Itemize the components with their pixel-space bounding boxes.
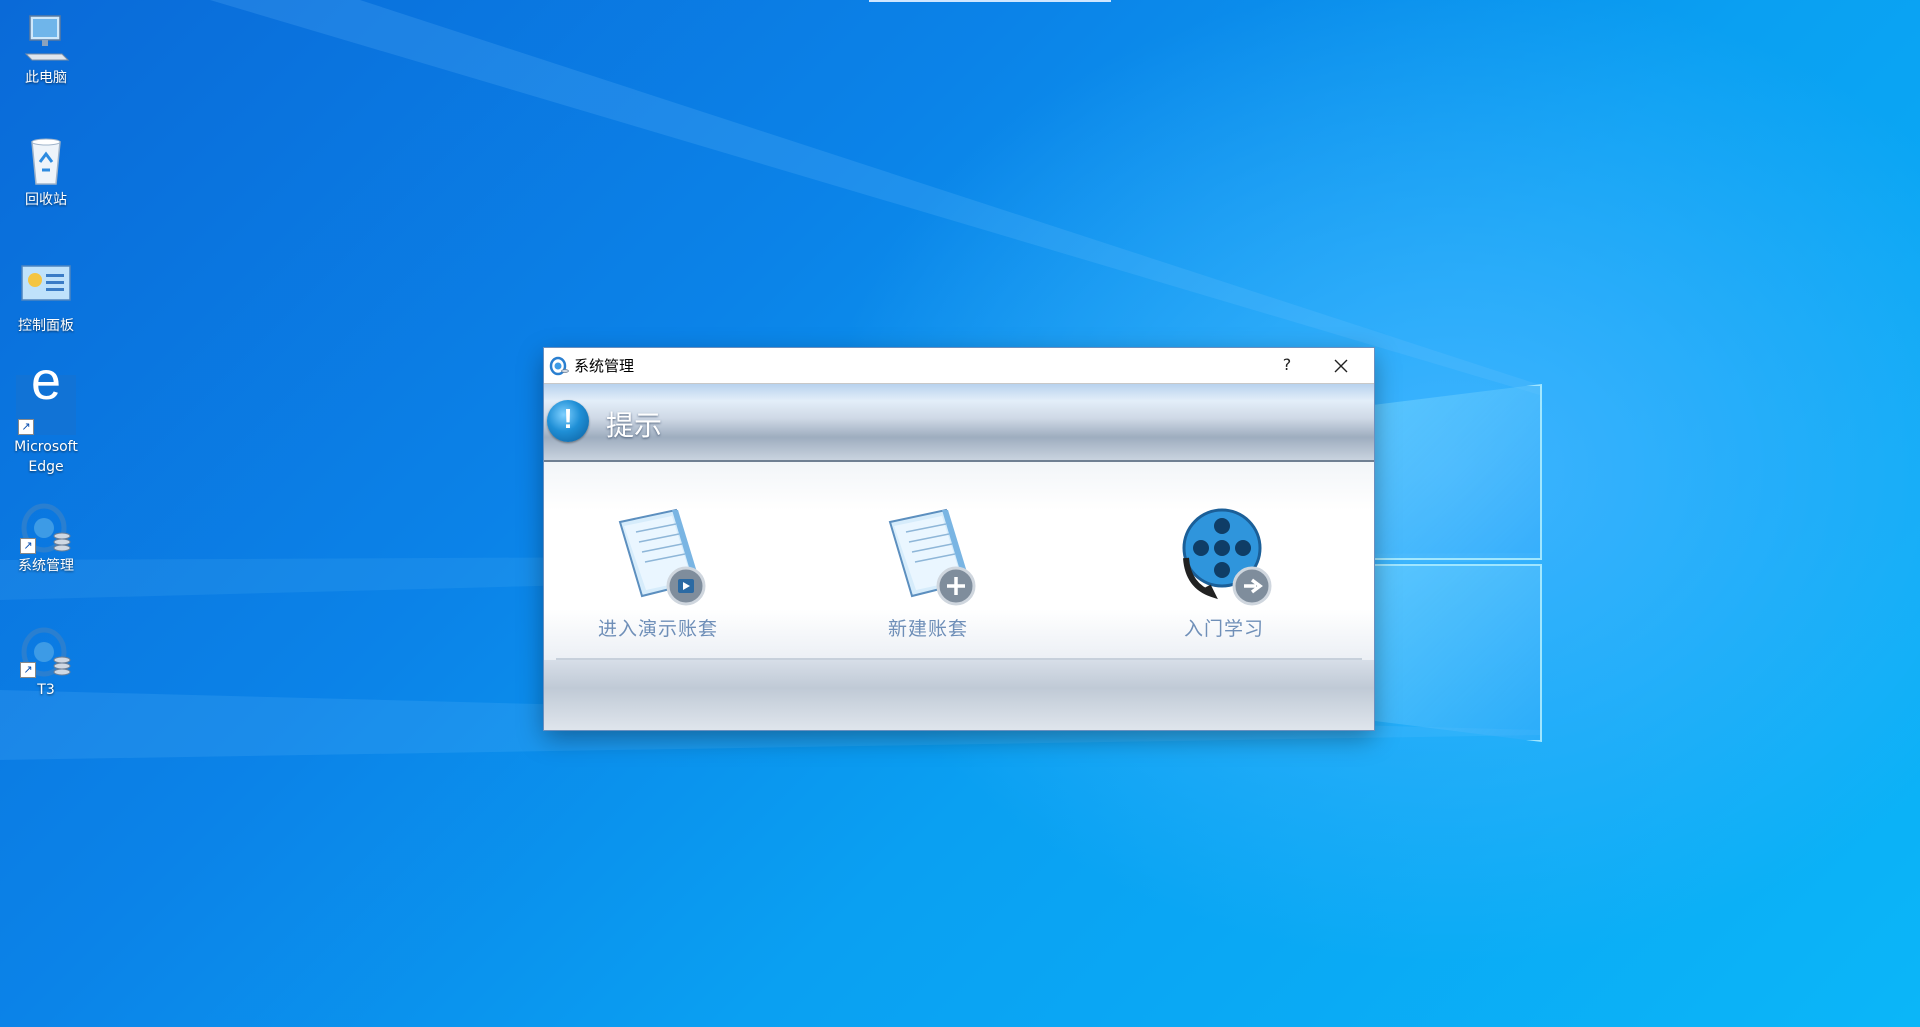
exclamation-icon: !: [547, 400, 589, 442]
shortcut-arrow-icon: ↗: [20, 538, 36, 554]
desktop-icon-edge[interactable]: e ↗ Microsoft Edge: [0, 354, 92, 477]
accounting-app-icon: ↗: [18, 498, 74, 554]
computer-icon: [18, 10, 74, 66]
action-label: 新建账套: [887, 618, 968, 640]
close-icon: [1334, 359, 1348, 373]
desktop-icon-label: 回收站: [25, 192, 67, 208]
dialog-title: 系统管理: [574, 357, 635, 375]
desktop-icon-control-panel[interactable]: 控制面板: [0, 258, 92, 336]
close-button[interactable]: [1320, 352, 1362, 380]
enter-demo-account-button[interactable]: 进入演示账套: [568, 502, 748, 641]
recycle-bin-icon: [18, 132, 74, 188]
getting-started-button[interactable]: 入门学习: [1134, 502, 1314, 641]
action-label: 进入演示账套: [597, 618, 718, 640]
dialog-header: ! 提示: [544, 384, 1374, 462]
shortcut-arrow-icon: ↗: [20, 662, 36, 678]
desktop-icon-label: 控制面板: [18, 318, 74, 334]
desktop-icon-system-management[interactable]: ↗ 系统管理: [0, 498, 92, 576]
control-panel-icon: [18, 258, 74, 314]
help-button[interactable]: ?: [1269, 352, 1305, 380]
desktop-icon-t3[interactable]: ↗ T3: [0, 622, 92, 700]
notebook-add-icon: [876, 502, 980, 606]
action-label: 入门学习: [1183, 618, 1264, 640]
divider: [556, 658, 1362, 660]
desktop-icon-label: 系统管理: [18, 558, 74, 574]
new-account-button[interactable]: 新建账套: [838, 502, 1018, 641]
desktop-icon-label: T3: [37, 682, 55, 698]
edge-icon: e ↗: [16, 354, 76, 435]
notebook-play-icon: [606, 502, 710, 606]
system-management-dialog: 系统管理 ? ! 提示 进入演示账套 新建账套 入门学习: [544, 348, 1374, 730]
film-reel-icon: [1172, 502, 1276, 606]
dialog-footer: [544, 660, 1374, 730]
dialog-titlebar[interactable]: 系统管理 ?: [544, 348, 1374, 384]
app-logo-icon: [549, 356, 569, 376]
top-edge-bar: [869, 0, 1111, 2]
accounting-app-icon: ↗: [18, 622, 74, 678]
desktop-icon-recycle-bin[interactable]: 回收站: [0, 132, 92, 210]
dialog-body: 进入演示账套 新建账套 入门学习: [544, 462, 1374, 730]
desktop-icon-label: Microsoft Edge: [14, 439, 78, 475]
desktop-icon-label: 此电脑: [25, 70, 67, 86]
shortcut-arrow-icon: ↗: [18, 419, 34, 435]
header-title: 提示: [606, 409, 663, 442]
desktop-icon-this-pc[interactable]: 此电脑: [0, 10, 92, 88]
